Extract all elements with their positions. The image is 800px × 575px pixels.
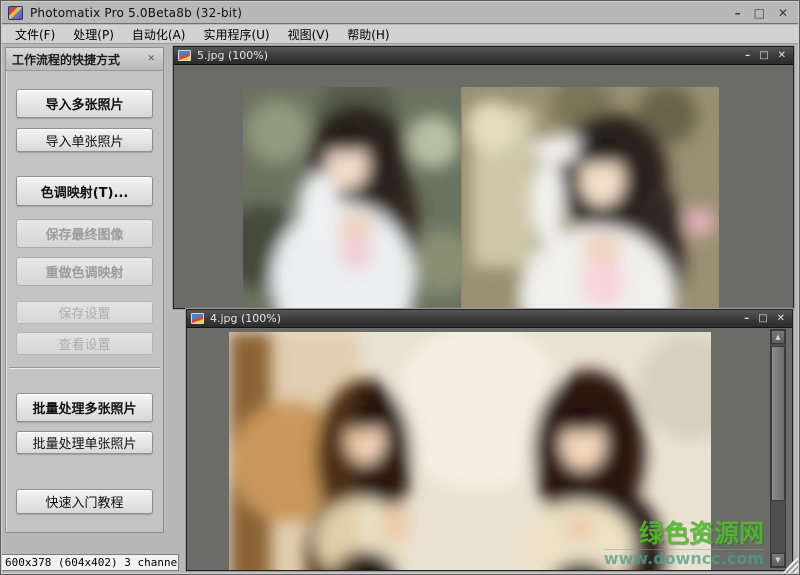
photo-4jpg-image — [229, 332, 711, 570]
vertical-scrollbar[interactable]: ▲ ▼ — [770, 329, 786, 568]
scroll-down-button[interactable]: ▼ — [771, 553, 785, 567]
scrollbar-track[interactable] — [771, 344, 785, 553]
image-canvas: ▲ ▼ 绿色资源网 www.downcc.com — [187, 329, 792, 570]
menu-help[interactable]: 帮助(H) — [338, 24, 398, 45]
batch-bracketed-photos-button[interactable]: 批量处理多张照片 — [16, 393, 153, 422]
photomatix-window: Photomatix Pro 5.0Beta8b (32-bit) – □ ✕ … — [0, 0, 800, 575]
minimize-button[interactable]: – — [744, 313, 749, 324]
app-icon[interactable] — [8, 6, 23, 20]
quick-start-tutorial-button[interactable]: 快速入门教程 — [16, 489, 153, 514]
save-settings-button: 保存设置 — [16, 301, 153, 324]
title-bar[interactable]: Photomatix Pro 5.0Beta8b (32-bit) – □ ✕ — [2, 2, 798, 24]
image-file-icon — [191, 313, 204, 324]
image-window-4jpg-title: 4.jpg (100%) — [210, 312, 744, 325]
load-single-photo-button[interactable]: 导入单张照片 — [16, 128, 153, 152]
minimize-button[interactable]: – — [745, 50, 750, 61]
redo-tone-mapping-button: 重做色调映射 — [16, 257, 153, 286]
menu-view[interactable]: 视图(V) — [279, 24, 339, 45]
status-bar: 600x378 (604x402) 3 channels 8 bits — [2, 554, 179, 571]
tone-mapping-button[interactable]: 色调映射(T)... — [16, 176, 153, 206]
panel-divider — [9, 367, 160, 369]
panel-header: 工作流程的快捷方式 ✕ — [6, 48, 163, 71]
maximize-button[interactable]: □ — [759, 50, 768, 61]
save-final-image-button: 保存最终图像 — [16, 219, 153, 248]
load-bracketed-photos-button[interactable]: 导入多张照片 — [16, 89, 153, 118]
image-window-4jpg: 4.jpg (100%) – □ ✕ — [186, 309, 793, 571]
scroll-up-button[interactable]: ▲ — [771, 330, 785, 344]
menu-file[interactable]: 文件(F) — [6, 24, 64, 45]
image-window-5jpg: 5.jpg (100%) – □ ✕ — [173, 46, 794, 309]
batch-single-photos-button[interactable]: 批量处理单张照片 — [16, 431, 153, 454]
menu-bar: 文件(F) 处理(P) 自动化(A) 实用程序(U) 视图(V) 帮助(H) — [2, 25, 798, 44]
workflow-shortcuts-panel: 工作流程的快捷方式 ✕ 导入多张照片 导入单张照片 色调映射(T)... 保存最… — [5, 47, 164, 533]
photo-5jpg-right — [462, 87, 719, 308]
maximize-button[interactable]: □ — [754, 5, 765, 21]
image-window-5jpg-title: 5.jpg (100%) — [197, 49, 745, 62]
menu-utilities[interactable]: 实用程序(U) — [194, 24, 278, 45]
image-window-5jpg-titlebar[interactable]: 5.jpg (100%) – □ ✕ — [174, 47, 793, 65]
close-button[interactable]: ✕ — [777, 313, 785, 324]
menu-automate[interactable]: 自动化(A) — [123, 24, 195, 45]
panel-title: 工作流程的快捷方式 — [12, 51, 145, 68]
panel-close-icon[interactable]: ✕ — [145, 53, 157, 65]
minimize-button[interactable]: – — [735, 5, 741, 21]
close-button[interactable]: ✕ — [778, 5, 788, 21]
photo-5jpg — [243, 87, 719, 308]
view-settings-button: 查看设置 — [16, 332, 153, 355]
window-title: Photomatix Pro 5.0Beta8b (32-bit) — [30, 6, 242, 20]
image-window-4jpg-titlebar[interactable]: 4.jpg (100%) – □ ✕ — [187, 310, 792, 328]
menu-process[interactable]: 处理(P) — [64, 24, 123, 45]
maximize-button[interactable]: □ — [758, 313, 767, 324]
photo-4jpg — [229, 332, 711, 570]
close-button[interactable]: ✕ — [778, 50, 786, 61]
image-canvas — [174, 66, 793, 308]
scrollbar-thumb[interactable] — [771, 346, 785, 501]
photo-5jpg-left — [243, 87, 461, 308]
image-file-icon — [178, 50, 191, 61]
